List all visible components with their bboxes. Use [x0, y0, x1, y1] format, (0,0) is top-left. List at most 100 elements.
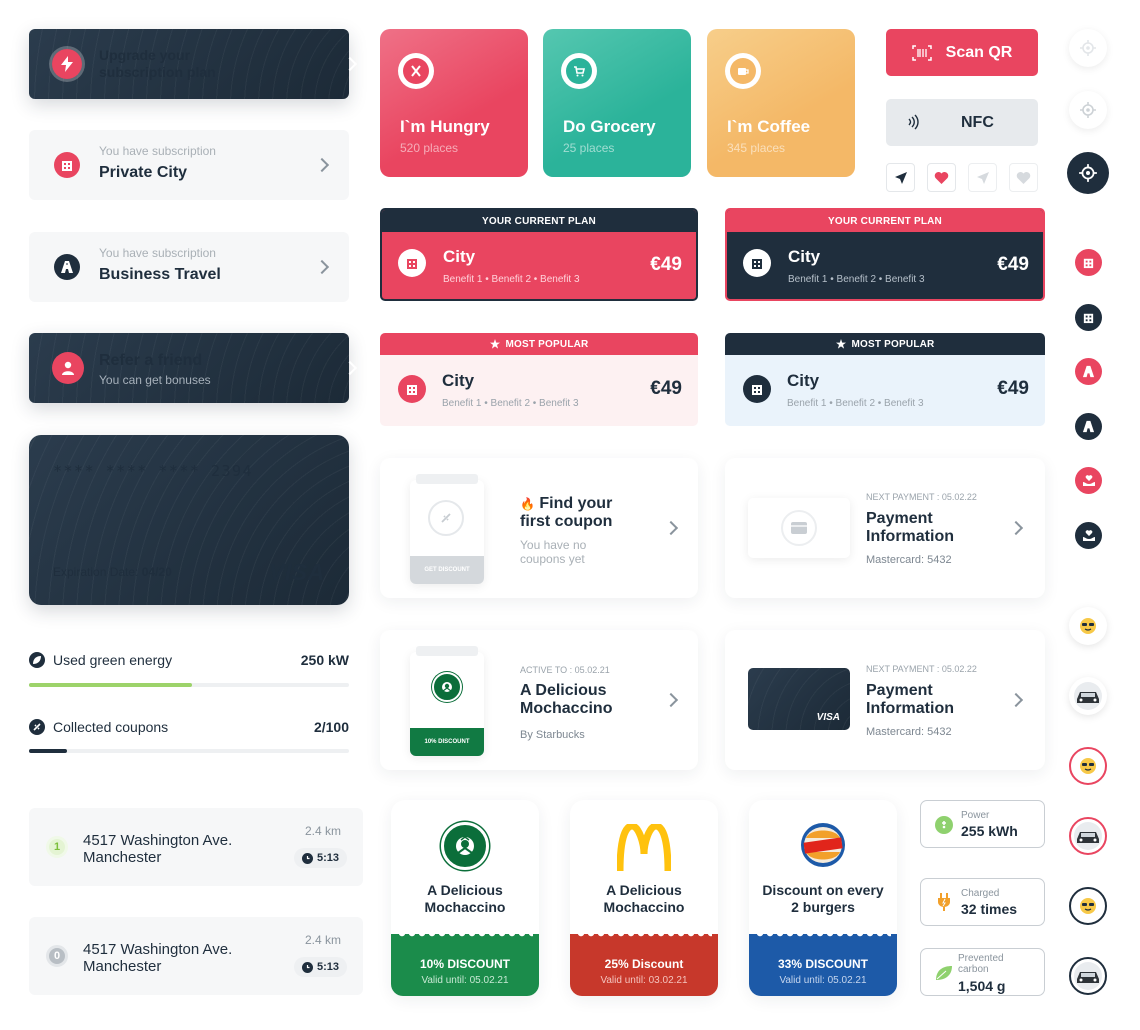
building-icon	[398, 249, 426, 277]
locate-button-light[interactable]	[1069, 29, 1107, 67]
building-icon	[398, 375, 426, 403]
plan-card-current-red[interactable]: YOUR CURRENT PLAN City Benefit 1 • Benef…	[380, 208, 698, 301]
locate-button[interactable]	[1069, 91, 1107, 129]
building-icon	[743, 249, 771, 277]
category-hungry[interactable]: I`m Hungry 520 places	[380, 29, 528, 177]
brand-coupon-burger-king[interactable]: Discount on every 2 burgers 33% DISCOUNT…	[749, 800, 897, 996]
refer-friend-banner[interactable]: Refer a friend You can get bonuses	[29, 333, 358, 403]
cart-icon	[561, 53, 597, 89]
card-exp-value: 04/20	[141, 565, 172, 579]
address-time-pill: 5:13	[293, 957, 347, 977]
scan-qr-label: Scan QR	[945, 43, 1013, 61]
upgrade-banner[interactable]: Upgrade your subscription plan	[29, 29, 358, 99]
person-icon	[52, 352, 84, 384]
star-icon	[489, 339, 500, 349]
clock-icon	[301, 852, 313, 864]
brand-coupon-valid: Valid until: 05.02.21	[779, 975, 867, 986]
hand-heart-icon	[1075, 467, 1102, 494]
subscription-card-business[interactable]: You have subscription Business Travel	[29, 232, 349, 302]
plan-benefits: Benefit 1 • Benefit 2 • Benefit 3	[788, 274, 925, 285]
payment-title: Payment Information	[866, 510, 954, 545]
navigation-arrow-icon	[976, 171, 990, 185]
plan-name: City	[787, 371, 820, 390]
plan-benefits: Benefit 1 • Benefit 2 • Benefit 3	[442, 398, 579, 409]
stat-power: Power 255 kWh	[920, 800, 1045, 848]
plan-card-current-dark[interactable]: YOUR CURRENT PLAN City Benefit 1 • Benef…	[725, 208, 1045, 301]
address-card[interactable]: 1 4517 Washington Ave. Manchester 2.4 km…	[29, 808, 363, 886]
progress-coupons: Collected coupons 2/100	[29, 717, 349, 757]
payment-caption: NEXT PAYMENT : 05.02.22	[866, 664, 977, 674]
hand-heart-icon	[1075, 522, 1102, 549]
brand-coupon-starbucks[interactable]: A Delicious Mochaccino 10% DISCOUNT Vali…	[391, 800, 539, 996]
category-coffee[interactable]: I`m Coffee 345 places	[707, 29, 855, 177]
find-coupon-card[interactable]: GET DISCOUNT 🔥 Find your first coupon Yo…	[380, 458, 698, 598]
find-coupon-subtitle: You have no coupons yet	[520, 538, 587, 566]
address-card[interactable]: 0 4517 Washington Ave. Manchester 2.4 km…	[29, 917, 363, 995]
chevron-right-icon	[341, 359, 359, 377]
avatar-emoji-dark[interactable]	[1069, 887, 1107, 925]
charge-icon	[937, 893, 951, 911]
active-coupon-card[interactable]: 10% DISCOUNT ACTIVE TO : 05.02.21 A Deli…	[380, 630, 698, 770]
discount-stub: 10% DISCOUNT	[410, 728, 484, 756]
address-index-badge: 0	[46, 945, 68, 967]
credit-card[interactable]: **** **** **** 2394 Expiration Date: 04/…	[29, 435, 349, 605]
avatar-car-selected[interactable]	[1069, 817, 1107, 855]
address-index-badge: 1	[46, 836, 68, 858]
progress-green-energy: Used green energy 250 kW	[29, 650, 349, 690]
clock-icon	[301, 961, 313, 973]
plan-card-popular-red[interactable]: MOST POPULAR City Benefit 1 • Benefit 2 …	[380, 333, 698, 426]
building-icon	[54, 152, 80, 178]
payment-info-card-empty[interactable]: NEXT PAYMENT : 05.02.22 Payment Informat…	[725, 458, 1045, 598]
refer-title: Refer a friend	[99, 352, 203, 369]
card-icon	[781, 510, 817, 546]
subscription-card-private[interactable]: You have subscription Private City	[29, 130, 349, 200]
starbucks-logo	[432, 672, 462, 702]
scan-qr-button[interactable]: Scan QR	[886, 29, 1038, 76]
heart-icon	[934, 171, 949, 185]
brand-coupon-title: A Delicious Mochaccino	[603, 882, 685, 915]
address-distance: 2.4 km	[304, 824, 341, 838]
burger-king-logo	[800, 822, 846, 868]
avatar-car-dark[interactable]	[1069, 957, 1107, 995]
progress-fill	[29, 749, 68, 753]
avatar-emoji-selected[interactable]	[1069, 747, 1107, 785]
progress-track	[29, 683, 349, 687]
visa-logo: VISA	[816, 712, 840, 723]
payment-subtitle: Mastercard: 5432	[866, 554, 952, 566]
payment-info-card[interactable]: VISA NEXT PAYMENT : 05.02.22 Payment Inf…	[725, 630, 1045, 770]
payment-subtitle: Mastercard: 5432	[866, 726, 952, 738]
plan-card-popular-dark[interactable]: MOST POPULAR City Benefit 1 • Benefit 2 …	[725, 333, 1045, 426]
brand-coupon-title: Discount on every 2 burgers	[762, 882, 884, 915]
category-grocery[interactable]: Do Grocery 25 places	[543, 29, 691, 177]
chevron-right-icon	[1007, 691, 1025, 709]
avatar-car[interactable]	[1069, 677, 1107, 715]
plan-price: €49	[997, 378, 1029, 399]
crosshair-icon	[1078, 163, 1098, 183]
chevron-right-icon	[662, 691, 680, 709]
avatar-emoji[interactable]	[1069, 607, 1107, 645]
address-distance: 2.4 km	[304, 933, 341, 947]
locate-button-active[interactable]	[1067, 152, 1109, 194]
plan-banner: YOUR CURRENT PLAN	[382, 210, 696, 232]
chevron-right-icon	[313, 258, 331, 276]
navigate-button[interactable]	[886, 163, 915, 192]
find-coupon-title: 🔥 Find your first coupon	[520, 495, 630, 531]
navigate-button-disabled[interactable]	[968, 163, 997, 192]
brand-coupon-mcdonalds[interactable]: A Delicious Mochaccino 25% Discount Vali…	[570, 800, 718, 996]
car-icon	[1073, 681, 1103, 711]
plan-banner-label: MOST POPULAR	[851, 338, 935, 350]
car-icon	[1073, 961, 1103, 991]
sunglasses-emoji-icon	[1079, 617, 1097, 635]
leaf-icon	[29, 652, 45, 668]
plan-name: City	[443, 247, 476, 266]
payment-caption: NEXT PAYMENT : 05.02.22	[866, 492, 977, 502]
coupon-icon	[29, 719, 45, 735]
address-line2: Manchester	[83, 849, 162, 866]
favorite-button-disabled[interactable]	[1009, 163, 1038, 192]
nfc-button[interactable]: NFC	[886, 99, 1038, 146]
brand-coupon-valid: Valid until: 05.02.21	[421, 975, 509, 986]
highway-icon	[1075, 413, 1102, 440]
favorite-button[interactable]	[927, 163, 956, 192]
coupon-title: A Delicious Mochaccino	[520, 682, 613, 717]
stat-label: Prevented carbon	[958, 953, 1004, 975]
